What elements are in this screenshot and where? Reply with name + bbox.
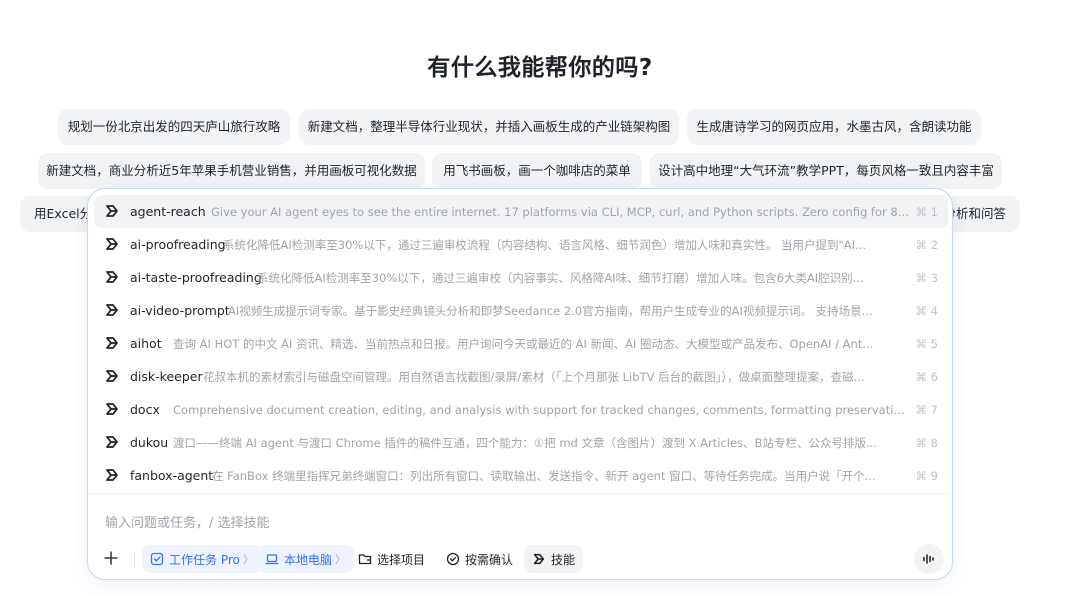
composer-toolbar: 工作任务 Pro 〉 本地电脑 〉 选择项目 按需确认 技能 bbox=[88, 544, 952, 576]
skill-item-ai-video-prompt[interactable]: ai-video-prompt AI视频生成提示词专家。基于影史经典镜头分析和即… bbox=[94, 294, 948, 327]
skill-name: aihot bbox=[130, 336, 162, 351]
skill-description: 渡口——终端 AI agent 与渡口 Chrome 插件的稿件互通，四个能力：… bbox=[173, 435, 877, 450]
work-task-label: 工作任务 Pro bbox=[169, 552, 240, 567]
skill-shortcut: ⌘ 5 bbox=[915, 336, 938, 351]
skill-description: 在 FanBox 终端里指挥兄弟终端窗口：列出所有窗口、读取输出、发送指令、新开… bbox=[212, 468, 876, 483]
suggestion-chip[interactable]: 生成唐诗学习的网页应用，水墨古风，含朗读功能 bbox=[687, 109, 981, 145]
skill-icon bbox=[106, 271, 118, 283]
suggestion-chip[interactable]: 规划一份北京出发的四天庐山旅行攻略 bbox=[58, 109, 290, 145]
skill-description: Give your AI agent eyes to see the entir… bbox=[211, 204, 911, 219]
composer-panel: agent-reach Give your AI agent eyes to s… bbox=[87, 188, 953, 580]
plus-icon bbox=[104, 551, 118, 565]
skill-name: ai-taste-proofreading bbox=[130, 270, 262, 285]
suggestion-chip[interactable]: 新建文档，商业分析近5年苹果手机营业销售，并用画板可视化数据 bbox=[38, 153, 425, 189]
suggestion-chip[interactable]: 新建文档，整理半导体行业现状，并插入画板生成的产业链架构图 bbox=[299, 109, 679, 145]
skill-shortcut: ⌘ 3 bbox=[915, 270, 938, 285]
skill-name: fanbox-agent bbox=[130, 468, 214, 483]
page-title: 有什么我能帮你的吗? bbox=[427, 55, 653, 81]
suggestion-chip[interactable]: 设计高中地理“大气环流”教学PPT，每页风格一致且内容丰富 bbox=[650, 153, 1002, 189]
skill-item-docx[interactable]: docx Comprehensive document creation, ed… bbox=[94, 393, 948, 426]
skill-name: disk-keeper bbox=[130, 369, 203, 384]
skill-icon bbox=[106, 337, 118, 349]
skill-item-disk-keeper[interactable]: disk-keeper 花叔本机的素材索引与磁盘空间管理。用自然语言找截图/录屏… bbox=[94, 360, 948, 393]
add-attachment-button[interactable] bbox=[100, 547, 122, 569]
skill-icon bbox=[106, 304, 118, 316]
skill-shortcut: ⌘ 7 bbox=[915, 402, 938, 417]
chevron-right-icon: 〉 bbox=[242, 553, 254, 566]
divider bbox=[88, 493, 952, 494]
skill-icon bbox=[106, 436, 118, 448]
check-circle-icon bbox=[446, 552, 460, 566]
skill-shortcut: ⌘ 1 bbox=[915, 204, 938, 219]
skill-shortcut: ⌘ 6 bbox=[915, 369, 938, 384]
skill-description: Comprehensive document creation, editing… bbox=[173, 402, 911, 417]
select-project-button[interactable]: 选择项目 bbox=[350, 545, 433, 573]
skill-name: agent-reach bbox=[130, 204, 206, 219]
skill-shortcut: ⌘ 2 bbox=[915, 237, 938, 252]
skill-icon bbox=[106, 469, 118, 481]
skill-item-aihot[interactable]: aihot 查询 AI HOT 的中文 AI 资讯、精选、当前热点和日报。用户询… bbox=[94, 327, 948, 360]
skill-shortcut: ⌘ 9 bbox=[915, 468, 938, 483]
skill-icon bbox=[106, 403, 118, 415]
skill-name: ai-video-prompt bbox=[130, 303, 230, 318]
message-input[interactable]: 输入问题或任务，/ 选择技能 bbox=[105, 512, 270, 531]
skill-shortcut: ⌘ 8 bbox=[915, 435, 938, 450]
laptop-icon bbox=[265, 554, 279, 565]
skill-icon bbox=[533, 553, 545, 565]
voice-input-button[interactable] bbox=[914, 544, 944, 574]
skill-item-agent-reach[interactable]: agent-reach Give your AI agent eyes to s… bbox=[94, 195, 948, 228]
skill-item-ai-taste-proofreading[interactable]: ai-taste-proofreading 系统化降低AI检测率至30%以下，通… bbox=[94, 261, 948, 294]
skill-shortcut: ⌘ 4 bbox=[915, 303, 938, 318]
skill-icon bbox=[106, 205, 118, 217]
skill-description: AI视频生成提示词专家。基于影史经典镜头分析和即梦Seedance 2.0官方指… bbox=[228, 303, 873, 318]
skill-name: docx bbox=[130, 402, 160, 417]
skill-description: 系统化降低AI检测率至30%以下，通过三遍审校流程（内容结构、语言风格、细节润色… bbox=[223, 237, 866, 252]
skill-icon bbox=[106, 370, 118, 382]
skills-label: 技能 bbox=[551, 552, 576, 567]
local-computer-label: 本地电脑 bbox=[284, 552, 333, 567]
folder-icon bbox=[358, 554, 372, 565]
skill-icon bbox=[106, 238, 118, 250]
select-project-label: 选择项目 bbox=[377, 552, 426, 567]
toolbar-separator bbox=[134, 552, 135, 568]
skill-name: dukou bbox=[130, 435, 169, 450]
suggestion-chip[interactable]: 用飞书画板，画一个咖啡店的菜单 bbox=[432, 153, 642, 189]
skill-name: ai-proofreading bbox=[130, 237, 226, 252]
skill-description: 查询 AI HOT 的中文 AI 资讯、精选、当前热点和日报。用户询问今天或最近… bbox=[173, 336, 874, 351]
task-icon bbox=[150, 552, 164, 566]
skills-button[interactable]: 技能 bbox=[524, 545, 584, 573]
local-computer-button[interactable]: 本地电脑 〉 bbox=[257, 545, 355, 573]
skill-item-dukou[interactable]: dukou 渡口——终端 AI agent 与渡口 Chrome 插件的稿件互通… bbox=[94, 426, 948, 459]
skill-description: 花叔本机的素材索引与磁盘空间管理。用自然语言找截图/录屏/素材（「上个月那张 L… bbox=[203, 369, 865, 384]
confirm-mode-button[interactable]: 按需确认 bbox=[438, 545, 521, 573]
skill-item-ai-proofreading[interactable]: ai-proofreading 系统化降低AI检测率至30%以下，通过三遍审校流… bbox=[94, 228, 948, 261]
skill-description: 系统化降低AI检测率至30%以下，通过三遍审校（内容事实、风格降AI味、细节打磨… bbox=[257, 270, 864, 285]
waveform-icon bbox=[923, 554, 934, 564]
skill-picker-list: agent-reach Give your AI agent eyes to s… bbox=[88, 195, 952, 492]
chevron-right-icon: 〉 bbox=[335, 553, 347, 566]
work-task-mode-button[interactable]: 工作任务 Pro 〉 bbox=[142, 545, 262, 573]
confirm-mode-label: 按需确认 bbox=[465, 552, 514, 567]
skill-item-fanbox-agent[interactable]: fanbox-agent 在 FanBox 终端里指挥兄弟终端窗口：列出所有窗口… bbox=[94, 459, 948, 492]
